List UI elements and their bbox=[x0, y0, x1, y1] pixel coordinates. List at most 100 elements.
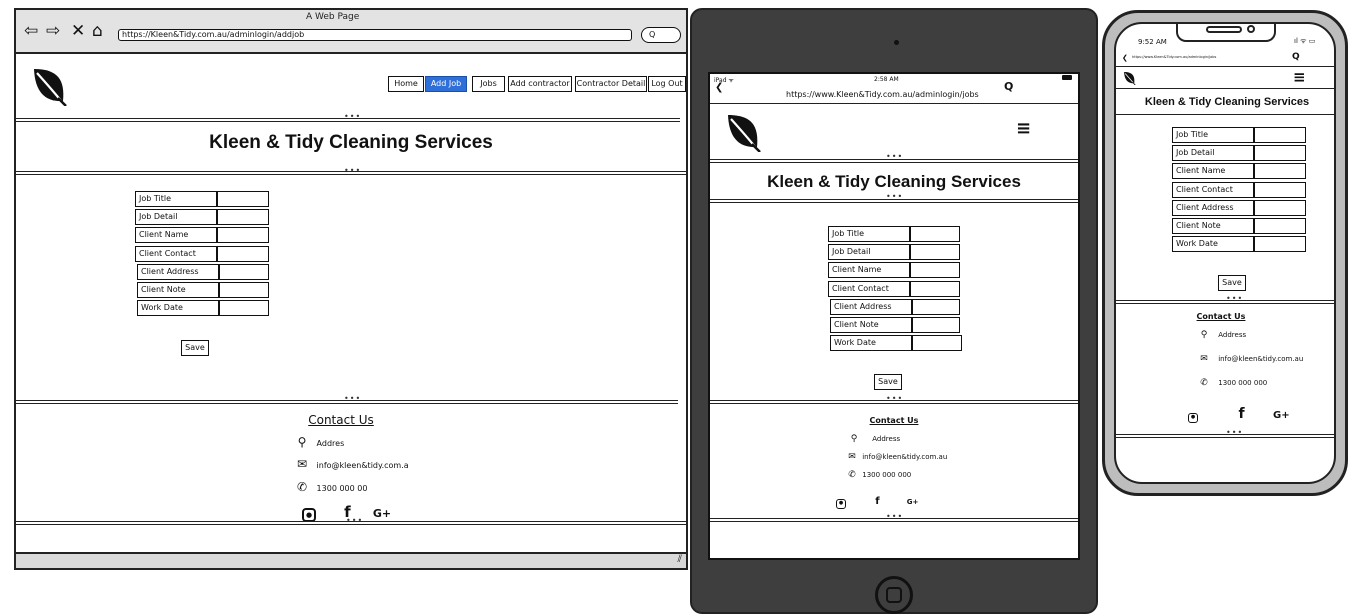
save-button[interactable]: Save bbox=[874, 374, 902, 390]
address-text: Address bbox=[872, 435, 901, 443]
search-icon[interactable]: Q bbox=[1004, 80, 1013, 93]
contact-email[interactable]: ✉ info@kleen&tidy.com.au bbox=[846, 452, 947, 462]
email-text[interactable]: info@kleen&tidy.com.au bbox=[862, 453, 947, 461]
hamburger-menu-icon[interactable]: ≡ bbox=[1293, 68, 1306, 86]
home-button[interactable] bbox=[875, 576, 913, 614]
label-client-contact: Client Contact bbox=[1172, 182, 1254, 198]
input-client-address[interactable] bbox=[1254, 200, 1306, 216]
nav-jobs[interactable]: Jobs bbox=[472, 76, 505, 92]
facebook-icon[interactable]: f bbox=[1238, 406, 1244, 422]
envelope-icon: ✉ bbox=[296, 457, 308, 471]
instagram-icon[interactable]: ● bbox=[302, 508, 316, 522]
label-client-address: Client Address bbox=[137, 264, 219, 280]
input-work-date[interactable] bbox=[912, 335, 962, 351]
facebook-icon[interactable]: f bbox=[875, 496, 879, 507]
phone-text: 1300 000 00 bbox=[316, 484, 368, 493]
back-arrow-icon[interactable]: ❮ bbox=[1122, 54, 1128, 62]
input-job-detail[interactable] bbox=[1254, 145, 1306, 161]
input-job-title[interactable] bbox=[217, 191, 269, 207]
label-client-address: Client Address bbox=[830, 299, 912, 315]
nav-log-out[interactable]: Log Out bbox=[648, 76, 686, 92]
back-arrow-icon[interactable]: ⇦ bbox=[24, 22, 38, 40]
contact-us-heading[interactable]: Contact Us bbox=[266, 413, 416, 427]
divider bbox=[1116, 300, 1334, 304]
input-client-contact[interactable] bbox=[910, 281, 960, 297]
search-icon[interactable]: Q bbox=[641, 27, 681, 43]
phone-text: 1300 000 000 bbox=[862, 471, 912, 479]
address-bar[interactable]: https://www.Kleen&Tidy.com.au/adminlogin… bbox=[786, 90, 979, 99]
input-job-title[interactable] bbox=[1254, 127, 1306, 143]
nav-add-contractor[interactable]: Add contractor bbox=[508, 76, 572, 92]
status-icons: ıl ᯤ ▭ bbox=[1294, 37, 1316, 45]
battery-icon bbox=[1062, 75, 1072, 80]
divider bbox=[16, 171, 686, 175]
label-work-date: Work Date bbox=[137, 300, 219, 316]
input-work-date[interactable] bbox=[219, 300, 269, 316]
divider bbox=[16, 400, 678, 404]
input-client-note[interactable] bbox=[1254, 218, 1306, 234]
contact-address: ⚲ Address bbox=[848, 434, 900, 444]
label-client-note: Client Note bbox=[830, 317, 912, 333]
address-bar[interactable]: https://Kleen&Tidy.com.au/adminlogin/add… bbox=[118, 29, 632, 41]
envelope-icon: ✉ bbox=[1200, 354, 1208, 364]
input-client-name[interactable] bbox=[217, 227, 269, 243]
search-icon[interactable]: Q bbox=[1292, 52, 1300, 62]
email-text[interactable]: info@kleen&tidy.com.a bbox=[317, 461, 409, 470]
input-client-name[interactable] bbox=[910, 262, 960, 278]
input-client-note[interactable] bbox=[912, 317, 960, 333]
nav-home[interactable]: Home bbox=[388, 76, 424, 92]
label-client-contact: Client Contact bbox=[828, 281, 910, 297]
input-work-date[interactable] bbox=[1254, 236, 1306, 252]
camera-icon bbox=[1247, 25, 1255, 33]
google-plus-icon[interactable]: G+ bbox=[373, 507, 391, 520]
save-button[interactable]: Save bbox=[1218, 275, 1246, 291]
home-icon[interactable]: ⌂ bbox=[92, 22, 103, 40]
close-icon[interactable]: ✕ bbox=[71, 22, 85, 40]
divider bbox=[16, 118, 680, 122]
label-client-note: Client Note bbox=[1172, 218, 1254, 234]
resize-grip-icon[interactable]: ⫽ bbox=[678, 554, 682, 565]
divider bbox=[1116, 114, 1334, 115]
google-plus-icon[interactable]: G+ bbox=[1273, 410, 1290, 421]
location-pin-icon: ⚲ bbox=[1200, 330, 1208, 340]
google-plus-icon[interactable]: G+ bbox=[907, 498, 919, 506]
address-text: Addres bbox=[316, 439, 345, 448]
input-client-name[interactable] bbox=[1254, 163, 1306, 179]
forward-arrow-icon[interactable]: ⇨ bbox=[46, 22, 60, 40]
input-job-detail[interactable] bbox=[910, 244, 960, 260]
phone-icon: ✆ bbox=[1200, 378, 1208, 388]
input-client-contact[interactable] bbox=[1254, 182, 1306, 198]
address-bar[interactable]: https://www.Kleen&Tidy.com.au/adminlogin… bbox=[1132, 55, 1216, 59]
instagram-icon[interactable]: ● bbox=[836, 499, 846, 509]
nav-add-job[interactable]: Add Job bbox=[425, 76, 467, 92]
label-job-title: Job Title bbox=[135, 191, 217, 207]
divider bbox=[1116, 66, 1334, 67]
label-client-contact: Client Contact bbox=[135, 246, 217, 262]
nav-contractor-detail[interactable]: Contractor Detail bbox=[575, 76, 647, 92]
hamburger-menu-icon[interactable]: ≡ bbox=[1016, 118, 1031, 139]
speaker bbox=[1206, 26, 1242, 33]
input-client-address[interactable] bbox=[219, 264, 269, 280]
back-arrow-icon[interactable]: ❮ bbox=[715, 82, 723, 93]
label-job-title: Job Title bbox=[828, 226, 910, 242]
label-job-detail: Job Detail bbox=[135, 209, 217, 225]
contact-email[interactable]: ✉ info@kleen&tidy.com.au bbox=[1198, 354, 1303, 364]
input-client-address[interactable] bbox=[912, 299, 960, 315]
social-links: ● f G+ bbox=[836, 496, 918, 509]
divider bbox=[710, 159, 1078, 163]
input-job-title[interactable] bbox=[910, 226, 960, 242]
instagram-icon[interactable]: ● bbox=[1188, 413, 1198, 423]
divider bbox=[710, 400, 1078, 404]
input-client-contact[interactable] bbox=[217, 246, 269, 262]
leaf-logo-icon bbox=[722, 112, 762, 152]
leaf-logo-icon bbox=[28, 66, 68, 106]
contact-us-heading[interactable]: Contact Us bbox=[844, 416, 944, 425]
label-client-name: Client Name bbox=[828, 262, 910, 278]
email-text[interactable]: info@kleen&tidy.com.au bbox=[1218, 355, 1303, 363]
input-client-note[interactable] bbox=[219, 282, 269, 298]
divider bbox=[1116, 88, 1334, 89]
input-job-detail[interactable] bbox=[217, 209, 269, 225]
save-button[interactable]: Save bbox=[181, 340, 209, 356]
contact-email[interactable]: ✉ info@kleen&tidy.com.a bbox=[294, 457, 409, 471]
contact-us-heading[interactable]: Contact Us bbox=[1176, 312, 1266, 321]
